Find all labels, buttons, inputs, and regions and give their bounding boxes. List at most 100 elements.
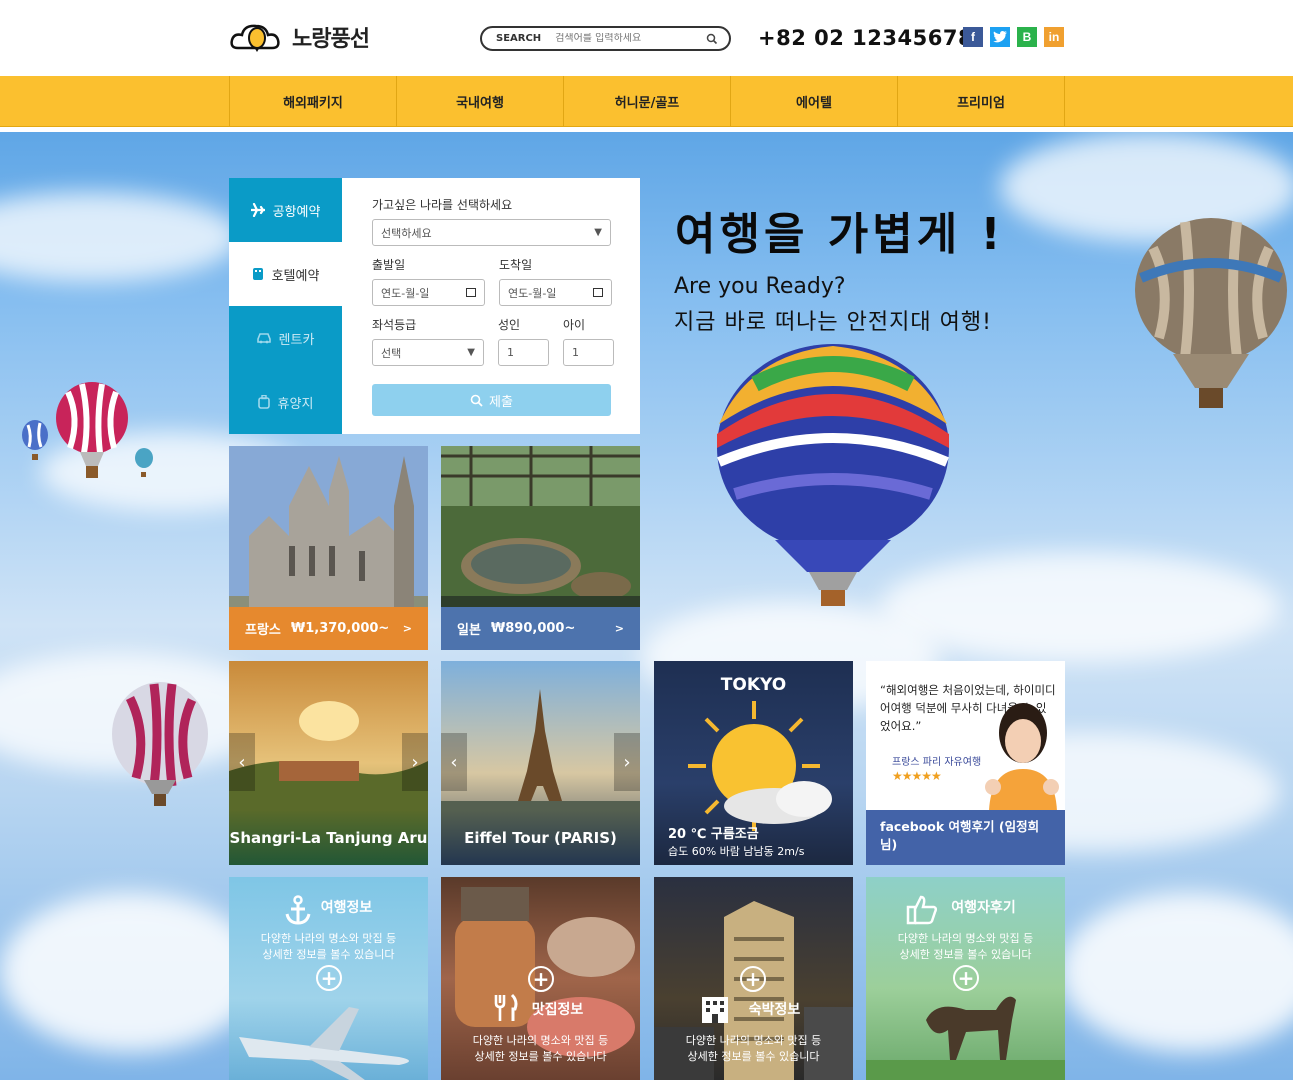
submit-button[interactable]: 제출	[372, 384, 611, 416]
search-icon	[470, 394, 483, 407]
info-tile-title: 숙박정보	[748, 1002, 801, 1018]
deal-price-bar: 일본 ₩890,000~ >	[441, 607, 640, 650]
slider-caption: Shangri-La Tanjung Aru	[229, 810, 428, 865]
info-tile-title: 맛집정보	[531, 1002, 584, 1018]
search-icon[interactable]	[705, 32, 719, 46]
info-tile-desc: 다양한 나라의 명소와 맛집 등	[685, 1034, 822, 1047]
weather-widget: TOKYO 20 ℃ 구름조금 습도 60% 바람 남남동 2m/s	[654, 661, 853, 865]
deal-tile-france[interactable]: 프랑스 ₩1,370,000~ >	[229, 446, 428, 650]
search-input[interactable]	[555, 33, 696, 44]
balloon-cloud-logo-icon	[230, 24, 280, 52]
info-tile-title: 여행정보	[320, 900, 373, 916]
info-tile-hotel[interactable]: + 숙박정보 다양한 나라의 명소와 맛집 등 상세한 정보를 볼수 있습니다	[654, 877, 853, 1080]
info-tile-desc: 상세한 정보를 볼수 있습니다	[899, 948, 1032, 961]
arrive-date-input[interactable]: 연도-월-일	[499, 279, 612, 306]
info-tile-desc: 상세한 정보를 볼수 있습니다	[262, 948, 395, 961]
seat-select[interactable]: 선택 ▼	[372, 339, 484, 366]
info-tile-desc: 다양한 나라의 명소와 맛집 등	[472, 1034, 609, 1047]
chevron-down-icon: ▼	[594, 227, 602, 238]
main-nav: 해외패키지 국내여행 허니문/골프 에어텔 프리미엄	[0, 76, 1293, 127]
slider-prev-button[interactable]: ‹	[441, 733, 467, 791]
tab-label: 렌트카	[278, 332, 315, 348]
review-card[interactable]: “해외여행은 처음이었는데, 하이미디어여행 덕분에 무사히 다녀올 수 있었어…	[866, 661, 1065, 865]
nav-item-premium[interactable]: 프리미엄	[898, 76, 1065, 127]
tab-hotel-booking[interactable]: 호텔예약	[229, 242, 342, 306]
plus-icon[interactable]: +	[953, 965, 979, 991]
car-icon	[256, 333, 271, 344]
nav-item-overseas-package[interactable]: 해외패키지	[230, 76, 397, 127]
plus-icon[interactable]: +	[316, 965, 342, 991]
plus-icon[interactable]: +	[740, 966, 766, 992]
info-tile-restaurant[interactable]: + 맛집정보 다양한 나라의 명소와 맛집 등 상세한 정보를 볼수 있습니다	[441, 877, 640, 1080]
nav-item-honeymoon-golf[interactable]: 허니문/골프	[564, 76, 731, 127]
logo[interactable]: 노랑풍선	[230, 20, 370, 54]
info-tile-travel[interactable]: 여행정보 다양한 나라의 명소와 맛집 등 상세한 정보를 볼수 있습니다 +	[229, 877, 428, 1080]
depart-date-input[interactable]: 연도-월-일	[372, 279, 485, 306]
chevron-down-icon: ▼	[467, 347, 475, 358]
slider-prev-button[interactable]: ‹	[229, 733, 255, 791]
phone-number: +82 02 12345678	[758, 26, 974, 50]
nav-item-domestic-travel[interactable]: 국내여행	[397, 76, 564, 127]
tab-airport-booking[interactable]: 공항예약	[229, 178, 342, 242]
review-stars: ★★★★★	[892, 769, 942, 783]
search-label: SEARCH	[496, 33, 542, 44]
booking-panel: 공항예약 호텔예약 렌트카 휴양지 가고싶은 나라를 선택하세요 선택하세요 ▼…	[229, 178, 640, 434]
slider-tile-shangrila[interactable]: Shangri-La Tanjung Aru ‹ ›	[229, 661, 428, 865]
logo-text: 노랑풍선	[292, 27, 370, 52]
facebook-icon[interactable]: f	[963, 27, 983, 47]
tab-resort[interactable]: 휴양지	[229, 370, 342, 434]
child-label: 아이	[563, 318, 586, 332]
country-select[interactable]: 선택하세요 ▼	[372, 219, 611, 246]
right-balloon-illustration	[1135, 218, 1287, 408]
adult-count-input[interactable]: 1	[498, 339, 549, 366]
info-tile-reviews[interactable]: 여행자후기 다양한 나라의 명소와 맛집 등 상세한 정보를 볼수 있습니다 +	[866, 877, 1065, 1080]
horse-photo	[866, 996, 1065, 1080]
plus-icon[interactable]: +	[528, 966, 554, 992]
child-count-input[interactable]: 1	[563, 339, 614, 366]
blog-icon[interactable]: B	[1017, 27, 1037, 47]
review-product: 프랑스 파리 자유여행	[892, 757, 982, 768]
slider-caption: Eiffel Tour (PARIS)	[441, 810, 640, 865]
airplane-photo	[239, 1007, 409, 1080]
hero-background	[0, 132, 1293, 1080]
deal-price-bar: 프랑스 ₩1,370,000~ >	[229, 607, 428, 650]
deal-tile-japan[interactable]: 일본 ₩890,000~ >	[441, 446, 640, 650]
info-tile-desc: 상세한 정보를 볼수 있습니다	[687, 1050, 820, 1063]
slider-next-button[interactable]: ›	[614, 733, 640, 791]
left-balloon-illustration	[112, 682, 208, 806]
tab-label: 호텔예약	[271, 268, 320, 284]
info-tile-desc: 상세한 정보를 볼수 있습니다	[474, 1050, 607, 1063]
linkedin-icon[interactable]: in	[1044, 27, 1064, 47]
luggage-icon	[257, 395, 270, 409]
nav-item-airtel[interactable]: 에어텔	[731, 76, 898, 127]
info-tile-desc: 다양한 나라의 명소와 맛집 등	[897, 932, 1034, 945]
site-header: 노랑풍선 SEARCH +82 02 12345678 f B in	[0, 0, 1293, 76]
deal-country: 프랑스	[245, 623, 281, 638]
hotel-icon	[252, 268, 263, 280]
tab-rent-car[interactable]: 렌트카	[229, 306, 342, 370]
calendar-icon	[593, 288, 603, 297]
depart-label: 출발일	[372, 258, 406, 272]
twitter-icon[interactable]	[990, 27, 1010, 47]
booking-tabs: 공항예약 호텔예약 렌트카 휴양지	[229, 178, 342, 434]
seat-label: 좌석등급	[372, 318, 417, 332]
center-balloon-illustration	[717, 344, 949, 606]
info-tile-title: 여행자후기	[951, 900, 1016, 916]
weather-summary: 20 ℃ 구름조금	[668, 827, 759, 842]
adult-label: 성인	[498, 318, 521, 332]
calendar-icon	[466, 288, 476, 297]
deal-price: ₩890,000~	[490, 621, 576, 636]
info-tile-desc: 다양한 나라의 명소와 맛집 등	[260, 932, 397, 945]
slider-tile-eiffel[interactable]: Eiffel Tour (PARIS) ‹ ›	[441, 661, 640, 865]
hero-subtitle: Are you Ready?	[674, 274, 846, 299]
weather-details: 습도 60% 바람 남남동 2m/s	[668, 845, 805, 858]
reviewer-avatar	[985, 703, 1059, 811]
social-links: f B in	[963, 27, 1064, 47]
tab-label: 공항예약	[272, 204, 321, 220]
hero-headline: 여행을 가볍게 !	[675, 209, 1005, 260]
slider-next-button[interactable]: ›	[402, 733, 428, 791]
sun-cloud-icon	[688, 701, 832, 831]
review-footer: facebook 여행후기 (임정희님)	[866, 810, 1065, 865]
deal-arrow: >	[614, 622, 624, 635]
small-balloons-illustration	[22, 382, 153, 478]
